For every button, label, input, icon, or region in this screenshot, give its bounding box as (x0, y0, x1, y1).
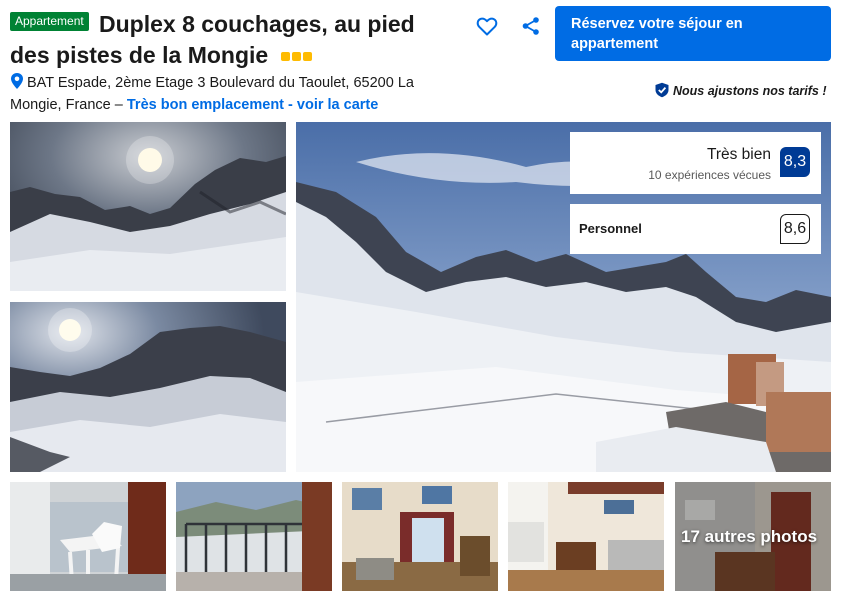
staff-score-card[interactable]: Personnel 8,6 (570, 204, 821, 254)
property-type-badge: Appartement (10, 12, 89, 31)
map-link[interactable]: Très bon emplacement - voir la carte (127, 97, 378, 113)
more-photos-label[interactable]: 17 autres photos (681, 527, 817, 547)
share-icon[interactable] (520, 15, 542, 37)
staff-score-badge: 8,6 (780, 214, 810, 244)
thumbs-up-check-icon (655, 82, 669, 98)
property-address: BAT Espade, 2ème Etage 3 Boulevard du Ta… (10, 72, 440, 116)
gallery-photo-main[interactable]: Très bien 10 expériences vécues 8,3 Pers… (296, 122, 831, 472)
review-score-card[interactable]: Très bien 10 expériences vécues 8,3 (570, 132, 821, 194)
price-match-text: Nous ajustons nos tarifs ! (673, 84, 827, 98)
title-line-2: des pistes de la Mongie (10, 42, 269, 68)
review-label: Très bien (706, 146, 771, 163)
price-match-note[interactable]: Nous ajustons nos tarifs ! (654, 82, 827, 98)
review-count: 10 expériences vécues (648, 168, 771, 182)
staff-label: Personnel (579, 221, 642, 236)
gallery-thumb-1[interactable] (10, 482, 166, 591)
review-score-badge: 8,3 (780, 147, 810, 177)
kitchen-dining-photo (508, 482, 664, 591)
star-icon (291, 52, 301, 61)
mountain-photo (10, 302, 286, 472)
star-rating (280, 39, 314, 68)
balcony-chairs-photo (10, 482, 166, 591)
title-line-1: Duplex 8 couchages, au pied (99, 11, 415, 37)
gallery-photo-2[interactable] (10, 302, 286, 472)
balcony-view-photo (176, 482, 332, 591)
reserve-label-1: Réservez votre séjour en (571, 16, 743, 32)
reserve-label-2: appartement (571, 36, 659, 52)
gallery-photo-1[interactable] (10, 122, 286, 291)
reserve-button[interactable]: Réservez votre séjour en appartement (555, 6, 831, 61)
gallery-thumb-4[interactable] (508, 482, 664, 591)
title-line-2-container: des pistes de la Mongie (10, 39, 314, 70)
gallery-thumb-3[interactable] (342, 482, 498, 591)
gallery-thumb-2[interactable] (176, 482, 332, 591)
heart-icon[interactable] (475, 14, 499, 38)
star-icon (280, 52, 290, 61)
property-title: Duplex 8 couchages, au pied (99, 10, 444, 39)
living-room-photo (342, 482, 498, 591)
mountain-photo (10, 122, 286, 291)
star-icon (302, 52, 312, 61)
map-pin-icon (11, 73, 23, 89)
